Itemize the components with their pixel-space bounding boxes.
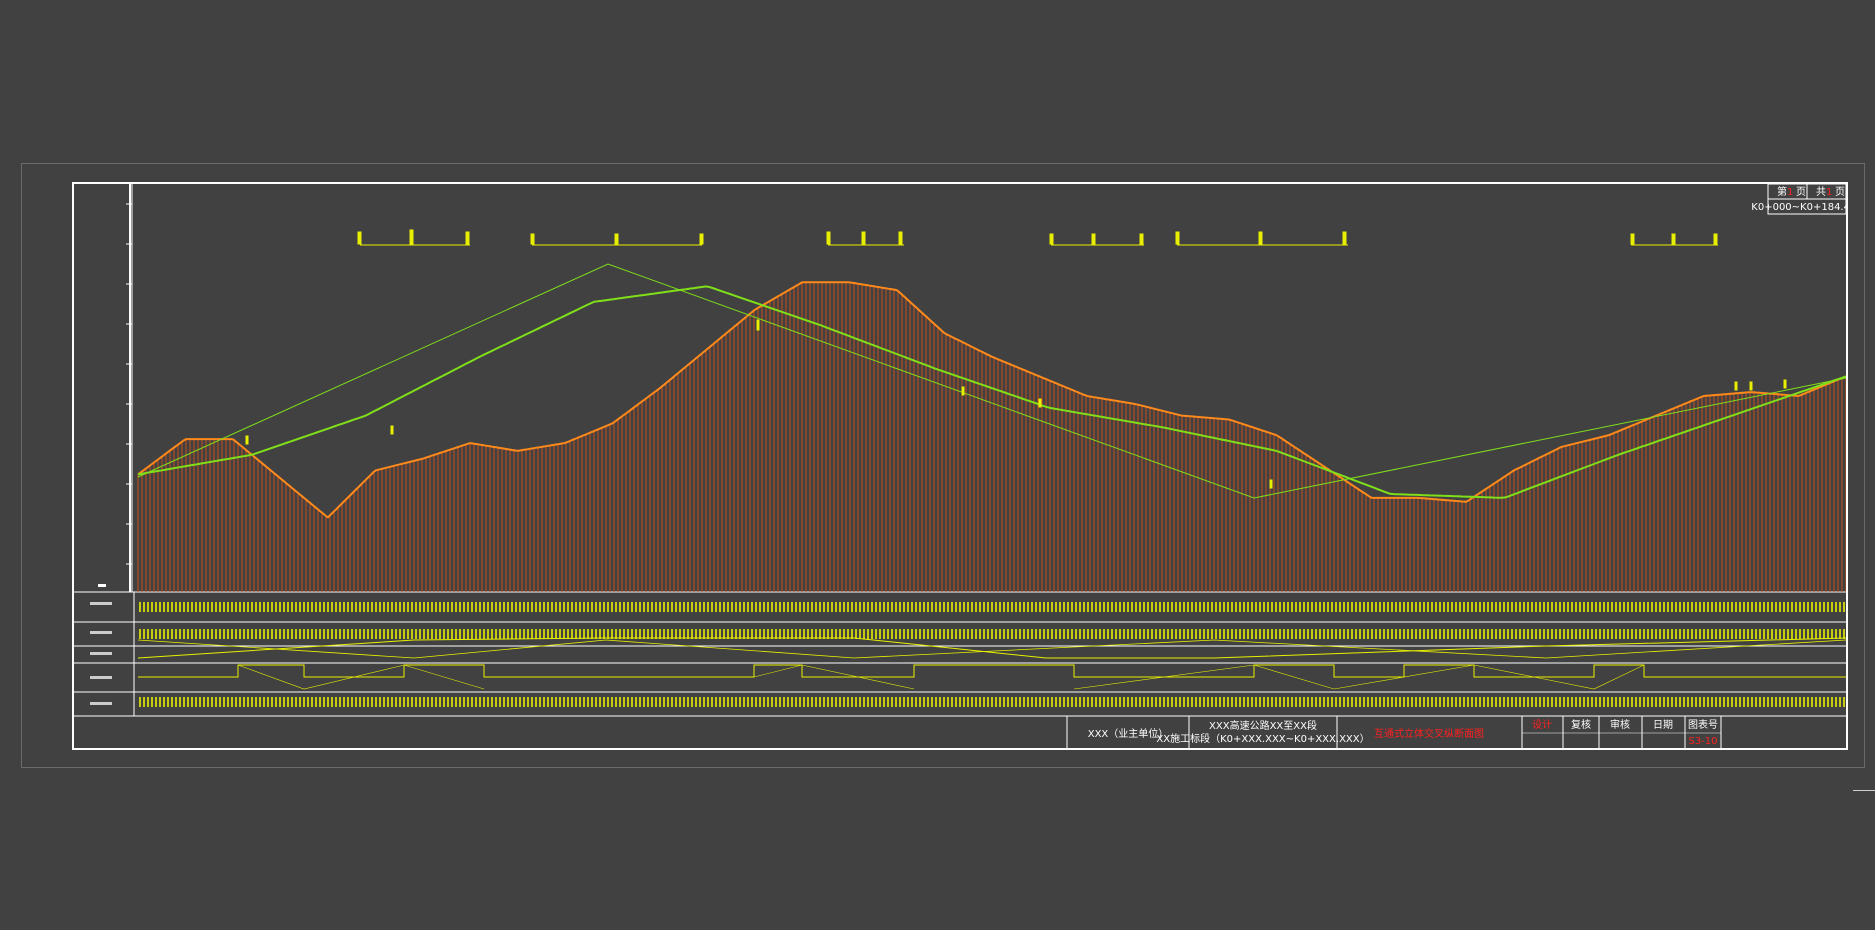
title-block: XXX（业主单位） XXX高速公路XX至XX段 XX施工标段（K0+XXX.XX…	[74, 715, 1846, 748]
row-label-3	[90, 652, 112, 655]
edge-tick	[1853, 790, 1875, 791]
total-number: 1	[1826, 187, 1832, 198]
drawing-no-label: 图表号	[1688, 718, 1718, 731]
page-prefix: 第	[1777, 185, 1787, 198]
page-number: 1	[1787, 187, 1793, 198]
drawing-no: S3-10	[1688, 736, 1717, 747]
profile-drawing: XXX（业主单位） XXX高速公路XX至XX段 XX施工标段（K0+XXX.XX…	[74, 183, 1863, 748]
fill-hatch	[137, 282, 1847, 592]
project-line1: XXX高速公路XX至XX段	[1209, 719, 1317, 732]
total-unit: 页	[1835, 186, 1845, 198]
project-line2: XX施工标段（K0+XXX.XXX~K0+XXX.XXX）	[1156, 732, 1369, 745]
checker-label: 复核	[1571, 718, 1591, 731]
row-label-4	[90, 676, 112, 679]
page-unit: 页	[1796, 186, 1806, 198]
data-row-design	[139, 629, 1845, 639]
row-label-2	[90, 631, 112, 634]
data-row-elevations	[139, 602, 1845, 612]
row-label-1	[90, 602, 112, 605]
total-prefix: 共	[1816, 186, 1826, 198]
drawing-frame: XXX（业主单位） XXX高速公路XX至XX段 XX施工标段（K0+XXX.XX…	[72, 182, 1863, 750]
data-row-stations	[139, 697, 1845, 707]
data-row-grades	[137, 637, 1847, 659]
reviewer-label: 审核	[1610, 718, 1630, 731]
data-row-curves	[138, 664, 1846, 690]
designer-label: 设计	[1532, 718, 1552, 731]
date-label: 日期	[1653, 719, 1673, 731]
page-box: 第 1 页 共 1 页 K0+000~K0+184.464	[1751, 183, 1863, 215]
drawing-title: 互通式立体交叉纵断面图	[1374, 727, 1484, 740]
row-label-5	[90, 702, 112, 705]
range-label: K0+000~K0+184.464	[1751, 202, 1846, 213]
